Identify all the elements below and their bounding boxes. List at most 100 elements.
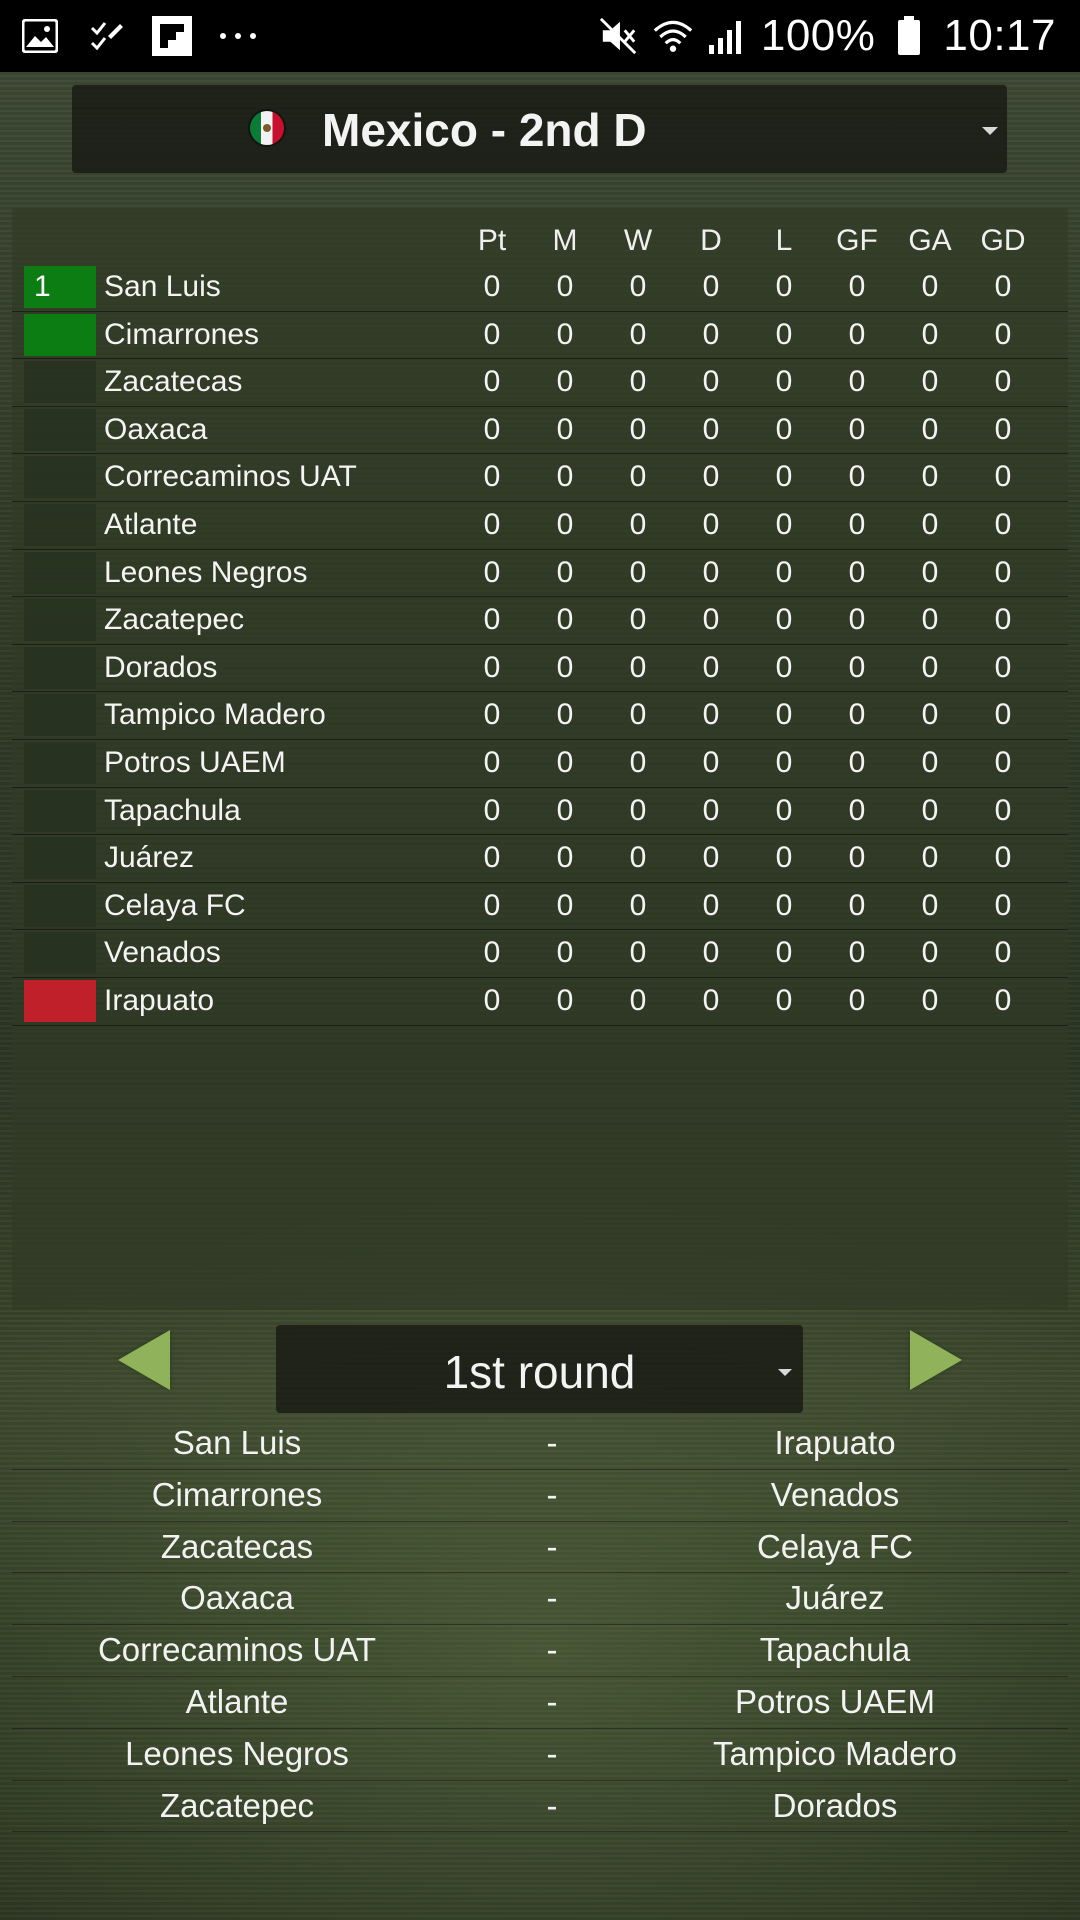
stat-cell-w: 0: [629, 365, 647, 399]
stat-cell-m: 0: [556, 507, 574, 541]
stat-cell-gd: 0: [994, 270, 1012, 303]
next-round-arrow-icon[interactable]: [910, 1330, 962, 1390]
position-cell: [24, 741, 96, 784]
fixture-row[interactable]: Cimarrones - Venados: [12, 1470, 1068, 1522]
team-name: Tampico Madero: [104, 698, 326, 732]
stat-cell-w: 0: [629, 317, 647, 351]
stat-cell-gf: 0: [848, 983, 866, 1017]
away-team: Celaya FC: [757, 1527, 913, 1565]
stat-cell-pt: 0: [483, 936, 501, 970]
position-cell: [24, 789, 96, 832]
team-name: Irapuato: [104, 983, 215, 1017]
stat-cell-l: 0: [775, 412, 793, 446]
stat-cell-ga: 0: [921, 412, 939, 446]
stat-cell-m: 0: [556, 983, 574, 1017]
battery-icon: [889, 16, 929, 56]
stat-cell-l: 0: [775, 365, 793, 399]
stat-cell-ga: 0: [921, 983, 939, 1017]
stat-cell-m: 0: [556, 603, 574, 637]
stat-cell-gf: 0: [848, 365, 866, 399]
fixture-row[interactable]: Correcaminos UAT - Tapachula: [12, 1625, 1068, 1677]
stat-cell-pt: 0: [483, 603, 501, 637]
fixture-row[interactable]: Zacatecas - Celaya FC: [12, 1522, 1068, 1574]
team-name: Zacatepec: [104, 603, 245, 637]
stat-cell-l: 0: [775, 936, 793, 970]
stat-cell-l: 0: [775, 841, 793, 875]
stat-cell-d: 0: [702, 745, 720, 779]
table-row[interactable]: Cimarrones 0 0 0 0 0 0 0 0: [12, 312, 1068, 360]
table-row[interactable]: Tapachula 0 0 0 0 0 0 0 0: [12, 788, 1068, 836]
stat-cell-d: 0: [702, 650, 720, 684]
round-dropdown[interactable]: 1st round: [276, 1325, 803, 1413]
stat-cell-pt: 0: [483, 841, 501, 875]
home-team: Zacatepec: [159, 1786, 315, 1824]
table-row[interactable]: Juárez 0 0 0 0 0 0 0 0: [12, 835, 1068, 883]
table-row[interactable]: Irapuato 0 0 0 0 0 0 0 0: [12, 978, 1068, 1026]
table-row[interactable]: Zacatepec 0 0 0 0 0 0 0 0: [12, 597, 1068, 645]
away-team: Dorados: [772, 1786, 898, 1824]
stat-cell-pt: 0: [483, 365, 501, 399]
stat-cell-d: 0: [702, 793, 720, 827]
stat-cell-w: 0: [629, 841, 647, 875]
position-cell: [24, 979, 96, 1022]
stat-cell-m: 0: [556, 317, 574, 351]
team-name: Cimarrones: [104, 317, 260, 351]
fixture-row[interactable]: Leones Negros - Tampico Madero: [12, 1729, 1068, 1781]
table-row[interactable]: 1 San Luis 0 0 0 0 0 0 0 0: [12, 264, 1068, 312]
stat-cell-gd: 0: [994, 507, 1012, 541]
fixture-row[interactable]: Zacatepec - Dorados: [12, 1781, 1068, 1833]
more-notifications-icon: [218, 16, 258, 56]
stat-cell-d: 0: [702, 412, 720, 446]
clock: 10:17: [943, 11, 1056, 60]
stat-cell-gf: 0: [848, 793, 866, 827]
stat-cell-gf: 0: [848, 698, 866, 732]
table-row[interactable]: Potros UAEM 0 0 0 0 0 0 0 0: [12, 740, 1068, 788]
col-header-l: L: [775, 224, 793, 257]
table-row[interactable]: Dorados 0 0 0 0 0 0 0 0: [12, 645, 1068, 693]
stat-cell-gf: 0: [848, 507, 866, 541]
stat-cell-pt: 0: [483, 745, 501, 779]
table-row[interactable]: Correcaminos UAT 0 0 0 0 0 0 0 0: [12, 454, 1068, 502]
stat-cell-l: 0: [775, 507, 793, 541]
fixture-row[interactable]: Oaxaca - Juárez: [12, 1573, 1068, 1626]
stat-cell-ga: 0: [921, 841, 939, 875]
position-cell: [24, 551, 96, 594]
position-cell: [24, 694, 96, 737]
stat-cell-ga: 0: [921, 507, 939, 541]
stat-cell-gd: 0: [994, 603, 1012, 637]
position-cell: [24, 313, 96, 356]
stat-cell-m: 0: [556, 270, 574, 303]
team-name: Dorados: [104, 650, 218, 684]
home-team: Oaxaca: [180, 1579, 294, 1617]
home-team: San Luis: [172, 1424, 302, 1461]
col-header-pt: Pt: [477, 224, 507, 257]
stat-cell-m: 0: [556, 365, 574, 399]
table-row[interactable]: Oaxaca 0 0 0 0 0 0 0 0: [12, 407, 1068, 455]
fixture-row[interactable]: San Luis - Irapuato: [12, 1418, 1068, 1470]
team-name: Potros UAEM: [104, 745, 286, 779]
away-team: Potros UAEM: [735, 1682, 935, 1720]
table-row[interactable]: Leones Negros 0 0 0 0 0 0 0 0: [12, 550, 1068, 598]
table-row[interactable]: Zacatecas 0 0 0 0 0 0 0 0: [12, 359, 1068, 407]
stat-cell-gf: 0: [848, 317, 866, 351]
stat-cell-l: 0: [775, 888, 793, 922]
table-row[interactable]: Tampico Madero 0 0 0 0 0 0 0 0: [12, 692, 1068, 740]
table-row[interactable]: Venados 0 0 0 0 0 0 0 0: [12, 930, 1068, 978]
table-row[interactable]: Celaya FC 0 0 0 0 0 0 0 0: [12, 883, 1068, 931]
fixture-row[interactable]: Atlante - Potros UAEM: [12, 1677, 1068, 1729]
signal-icon: [707, 16, 747, 56]
position-cell: [24, 837, 96, 880]
away-team: Venados: [770, 1475, 900, 1513]
stat-cell-gf: 0: [848, 270, 866, 303]
col-header-d: D: [700, 224, 722, 257]
stat-cell-ga: 0: [921, 365, 939, 399]
stat-cell-pt: 0: [483, 270, 501, 303]
mute-icon: [599, 16, 639, 56]
stat-cell-l: 0: [775, 698, 793, 732]
table-row[interactable]: Atlante 0 0 0 0 0 0 0 0: [12, 502, 1068, 550]
position-cell: 1: [24, 266, 96, 308]
league-dropdown[interactable]: Mexico - 2nd D: [72, 85, 1007, 173]
home-team: Leones Negros: [125, 1734, 349, 1772]
previous-round-arrow-icon[interactable]: [118, 1330, 170, 1390]
stat-cell-d: 0: [702, 936, 720, 970]
